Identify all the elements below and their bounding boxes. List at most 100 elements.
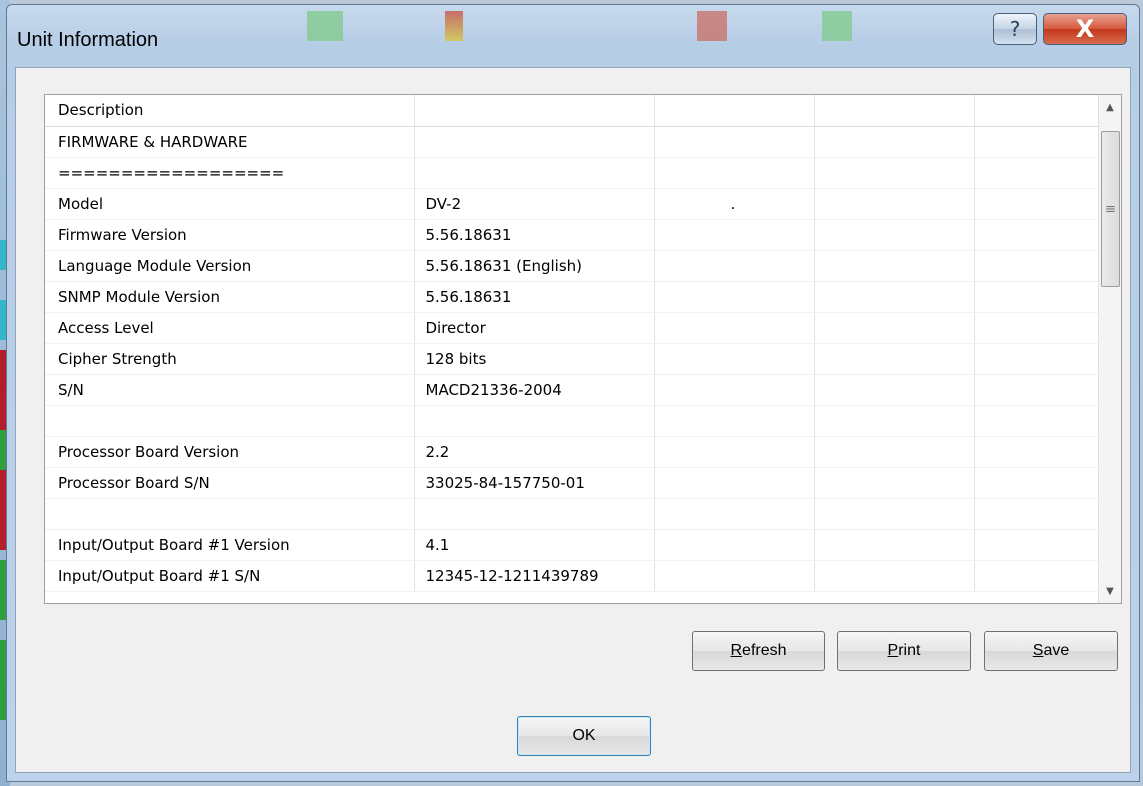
table-row[interactable]: Input/Output Board #1 S/N 12345-12-121143… xyxy=(45,560,1102,592)
empty-cell xyxy=(974,219,1102,251)
table-row[interactable]: S/N MACD21336-2004 xyxy=(45,374,1102,406)
empty-cell xyxy=(974,312,1102,344)
empty-cell xyxy=(814,343,975,375)
table-row[interactable]: Processor Board S/N 33025-84-157750-01 xyxy=(45,467,1102,499)
scroll-down-arrow-icon[interactable]: ▼ xyxy=(1099,579,1121,603)
table-row[interactable]: Input/Output Board #1 Version 4.1 xyxy=(45,529,1102,561)
value-cell xyxy=(414,157,655,189)
scroll-up-arrow-icon[interactable]: ▲ xyxy=(1099,95,1121,119)
empty-cell xyxy=(974,467,1102,499)
empty-cell xyxy=(654,529,815,561)
close-icon: X xyxy=(1075,15,1095,43)
save-button[interactable]: Save xyxy=(984,631,1118,671)
value-cell: MACD21336-2004 xyxy=(414,374,655,406)
table-row[interactable]: Cipher Strength 128 bits xyxy=(45,343,1102,375)
grip-icon: ≡ xyxy=(1105,201,1116,217)
empty-cell xyxy=(654,343,815,375)
titlebar-background-blur xyxy=(445,11,463,41)
empty-cell xyxy=(814,560,975,592)
table-row[interactable]: ================== xyxy=(45,157,1102,189)
empty-cell xyxy=(654,250,815,282)
print-label-rest: rint xyxy=(898,642,921,659)
empty-cell xyxy=(654,498,815,530)
dialog-title: Unit Information xyxy=(17,29,159,51)
empty-cell xyxy=(654,219,815,251)
table-row[interactable]: SNMP Module Version 5.56.18631 xyxy=(45,281,1102,313)
unit-info-grid[interactable]: Description FIRMWARE & HARDWARE =========… xyxy=(44,94,1122,604)
empty-cell xyxy=(654,374,815,406)
description-cell: Firmware Version xyxy=(45,219,415,251)
column-header[interactable] xyxy=(974,95,1102,127)
column-header[interactable] xyxy=(814,95,975,127)
value-cell xyxy=(414,498,655,530)
column-header[interactable] xyxy=(414,95,655,127)
empty-cell xyxy=(814,281,975,313)
value-cell: 12345-12-1211439789 xyxy=(414,560,655,592)
print-mnemonic: P xyxy=(887,642,899,659)
description-cell: Input/Output Board #1 Version xyxy=(45,529,415,561)
description-cell: Model xyxy=(45,188,415,220)
scroll-thumb[interactable]: ≡ xyxy=(1101,131,1120,287)
empty-cell xyxy=(974,436,1102,468)
value-cell: 4.1 xyxy=(414,529,655,561)
empty-cell xyxy=(974,126,1102,158)
titlebar-background-blur xyxy=(822,11,852,41)
value-cell: 5.56.18631 xyxy=(414,219,655,251)
empty-cell xyxy=(654,126,815,158)
save-button-label: Save xyxy=(1033,642,1069,660)
table-row[interactable]: Processor Board Version 2.2 xyxy=(45,436,1102,468)
table-row[interactable]: Language Module Version 5.56.18631 (Engli… xyxy=(45,250,1102,282)
title-bar[interactable]: Unit Information ? X xyxy=(7,5,1139,69)
value-cell: 5.56.18631 (English) xyxy=(414,250,655,282)
empty-cell xyxy=(654,436,815,468)
description-cell: FIRMWARE & HARDWARE xyxy=(45,126,415,158)
table-header-row: Description xyxy=(45,95,1102,127)
empty-cell xyxy=(814,312,975,344)
ok-button-label: OK xyxy=(572,727,596,744)
empty-cell xyxy=(654,467,815,499)
column-header[interactable] xyxy=(654,95,815,127)
description-cell xyxy=(45,405,415,437)
description-cell: Language Module Version xyxy=(45,250,415,282)
description-cell: S/N xyxy=(45,374,415,406)
empty-cell xyxy=(814,436,975,468)
empty-cell xyxy=(814,188,975,220)
print-button[interactable]: Print xyxy=(837,631,971,671)
refresh-mnemonic: R xyxy=(730,642,743,659)
empty-cell xyxy=(814,126,975,158)
empty-cell xyxy=(974,188,1102,220)
description-cell: Cipher Strength xyxy=(45,343,415,375)
description-cell: Processor Board S/N xyxy=(45,467,415,499)
table-row[interactable]: Access Level Director xyxy=(45,312,1102,344)
save-label-rest: ave xyxy=(1043,642,1070,659)
description-cell: Access Level xyxy=(45,312,415,344)
refresh-button-label: Refresh xyxy=(730,642,786,660)
empty-cell xyxy=(814,405,975,437)
refresh-label-rest: efresh xyxy=(742,642,787,659)
unit-info-table: Description FIRMWARE & HARDWARE =========… xyxy=(45,95,1102,592)
table-row[interactable]: Model DV-2. xyxy=(45,188,1102,220)
empty-cell xyxy=(974,498,1102,530)
help-button[interactable]: ? xyxy=(993,13,1037,45)
table-row[interactable]: FIRMWARE & HARDWARE xyxy=(45,126,1102,158)
table-row[interactable] xyxy=(45,498,1102,530)
ok-button[interactable]: OK xyxy=(517,716,651,756)
description-cell: ================== xyxy=(45,157,415,189)
empty-cell xyxy=(654,405,815,437)
empty-cell xyxy=(814,498,975,530)
table-row[interactable]: Firmware Version 5.56.18631 xyxy=(45,219,1102,251)
save-mnemonic: S xyxy=(1032,642,1044,659)
empty-cell xyxy=(654,157,815,189)
titlebar-background-blur xyxy=(697,11,727,41)
value-cell: DV-2 xyxy=(414,188,655,220)
empty-cell xyxy=(654,281,815,313)
empty-cell xyxy=(974,157,1102,189)
description-cell: Processor Board Version xyxy=(45,436,415,468)
close-button[interactable]: X xyxy=(1043,13,1127,45)
table-row[interactable] xyxy=(45,405,1102,437)
vertical-scrollbar[interactable]: ▲ ≡ ▼ xyxy=(1098,95,1121,603)
empty-cell xyxy=(974,560,1102,592)
empty-cell xyxy=(974,343,1102,375)
column-header-description[interactable]: Description xyxy=(45,95,415,127)
refresh-button[interactable]: Refresh xyxy=(692,631,825,671)
